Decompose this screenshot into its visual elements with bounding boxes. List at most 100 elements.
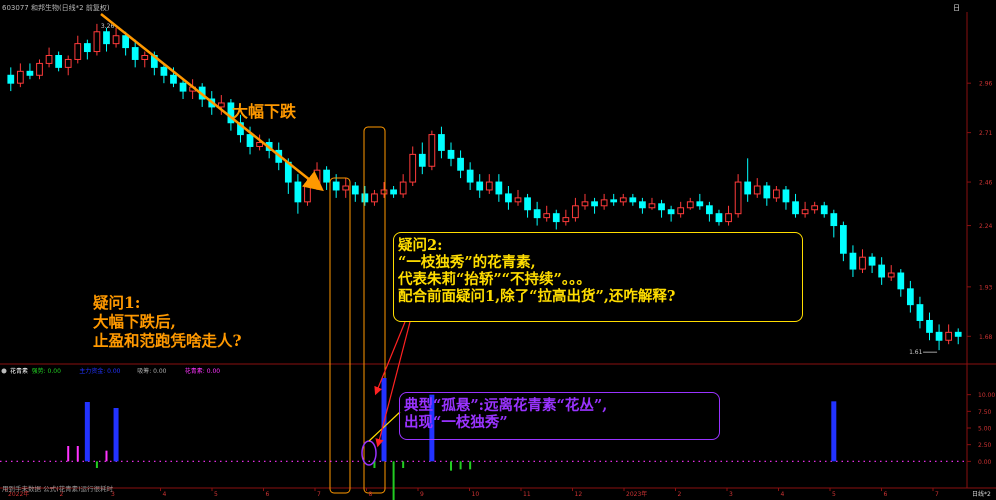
- date-label: 11: [523, 491, 531, 498]
- candle-body: [141, 55, 149, 60]
- candle-body: [744, 181, 752, 195]
- candle-body: [658, 203, 665, 211]
- candle-body: [533, 209, 541, 219]
- candle-body: [380, 189, 388, 195]
- typical-line2: 出现“一枝独秀”: [404, 414, 508, 432]
- candle-body: [55, 55, 63, 68]
- candle-body: [131, 47, 139, 60]
- q1-line1: 大幅下跌后,: [93, 311, 176, 331]
- candle-body: [246, 134, 254, 147]
- candle-body: [409, 153, 417, 183]
- candle-body: [323, 169, 330, 183]
- candle-body: [179, 82, 187, 92]
- date-label: 9: [420, 491, 424, 498]
- indicator-bar: [95, 461, 98, 468]
- indicator-bar: [402, 461, 405, 468]
- candle-body: [26, 70, 34, 76]
- candle-body: [734, 181, 742, 215]
- date-label: 7: [935, 491, 939, 498]
- candle-body: [93, 31, 101, 53]
- candle-body: [820, 205, 828, 215]
- candle-body: [342, 185, 350, 191]
- candle-body: [170, 74, 177, 84]
- price-tick-label: 2.71: [979, 130, 993, 137]
- candle-body: [725, 213, 732, 223]
- candle-body: [945, 331, 953, 341]
- price-tick-label: 1.93: [979, 284, 993, 291]
- date-label: 12: [575, 491, 583, 498]
- candle-body: [495, 181, 503, 195]
- footer-note: 用到手未数据 公式(花青素)运行很耗时: [2, 483, 113, 493]
- candle-body: [696, 201, 704, 207]
- candle-body: [505, 193, 512, 203]
- candle-body: [390, 189, 397, 195]
- candle-body: [906, 288, 914, 306]
- candle-body: [801, 209, 809, 215]
- candle-body: [954, 331, 962, 337]
- date-label: 10: [472, 491, 480, 498]
- candle-body: [926, 319, 933, 333]
- indicator-bar: [76, 446, 79, 462]
- candle-body: [160, 66, 168, 76]
- period-axis-label: 日线*2: [972, 490, 991, 498]
- candle-body: [438, 134, 445, 151]
- candle-body: [112, 35, 120, 45]
- candle-body: [706, 205, 713, 215]
- candle-body: [840, 225, 847, 254]
- indicator-bar: [469, 461, 472, 470]
- candle-body: [753, 185, 761, 195]
- candle-body: [686, 201, 694, 209]
- candle-body: [763, 185, 771, 199]
- candle-body: [514, 197, 522, 203]
- candle-body: [562, 217, 570, 223]
- candle-body: [294, 181, 302, 203]
- candle-body: [916, 304, 924, 321]
- indicator-bar: [67, 446, 70, 462]
- price-tick-label: 1.68: [979, 334, 993, 341]
- candle-body: [36, 62, 43, 76]
- candle-body: [677, 207, 685, 215]
- candle-body: [428, 134, 436, 167]
- candle-body: [619, 197, 627, 203]
- candle-body: [457, 157, 464, 171]
- date-label: 4: [163, 491, 167, 498]
- indicator-settings-icon: [1, 368, 7, 374]
- candle-body: [476, 181, 484, 191]
- indicator-legend-item: 主力资金: 0.00: [79, 367, 120, 375]
- indicator-tick-label: 7.50: [978, 409, 992, 416]
- date-label: 5: [832, 491, 836, 498]
- candle-body: [103, 31, 110, 45]
- date-label: 2023年: [626, 490, 647, 498]
- candle-body: [332, 181, 340, 191]
- candle-body: [935, 331, 943, 341]
- price-tick-label: 2.24: [979, 223, 993, 230]
- candle-body: [859, 256, 866, 270]
- question-2-bubble: 疑问2: “一枝独秀”的花青素, 代表朱莉“抬轿”“不持续”。。。 配合前面疑问…: [393, 232, 803, 322]
- indicator-bar: [84, 402, 90, 462]
- candle-body: [466, 169, 474, 183]
- indicator-legend-item: 强势: 0.00: [32, 367, 61, 375]
- candle-body: [715, 213, 723, 223]
- candle-body: [878, 264, 886, 278]
- date-label: 8: [369, 491, 373, 498]
- typical-bubble: 典型“孤悬”:远离花青素“花丛”, 出现“一枝独秀”: [399, 392, 720, 440]
- date-label: 6: [884, 491, 888, 498]
- candle-body: [371, 193, 378, 203]
- candle-body: [351, 185, 359, 195]
- candle-body: [217, 102, 225, 108]
- candle-body: [629, 197, 637, 203]
- candle-body: [792, 201, 799, 215]
- candle-body: [581, 201, 589, 207]
- date-label: 5: [214, 491, 218, 498]
- candle-body: [600, 199, 608, 207]
- candle-body: [591, 201, 598, 207]
- candle-body: [16, 70, 24, 84]
- q2-line1: “一枝独秀”的花青素,: [398, 254, 536, 272]
- indicator-bar: [831, 401, 837, 462]
- footer-line1: 用到手未数据 公式(花青素)运行很耗时: [2, 485, 114, 493]
- typical-line1: 典型“孤悬”:远离花青素“花丛”,: [404, 397, 608, 414]
- candle-body: [543, 213, 551, 219]
- q2-title: 疑问2:: [398, 237, 443, 254]
- candle-body: [304, 185, 311, 203]
- indicator-tick-label: 5.00: [978, 426, 992, 433]
